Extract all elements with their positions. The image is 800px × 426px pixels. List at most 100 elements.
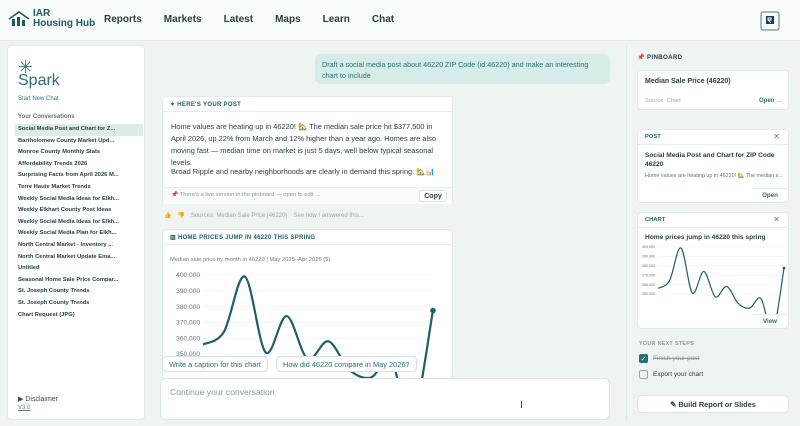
conversation-item[interactable]: St. Joseph County Trends <box>15 298 143 310</box>
chart-pin-header: CHART <box>638 213 788 228</box>
post-pin-card[interactable]: POST ✕ Social Media Post and Chart for Z… <box>637 129 789 203</box>
close-icon[interactable]: ✕ <box>773 132 780 141</box>
last-point-marker <box>782 266 786 270</box>
chart-icon: ▥ <box>170 235 178 241</box>
spark-brand: Spark <box>18 72 60 89</box>
chart-view-button[interactable]: View <box>752 314 788 328</box>
series-line <box>657 247 785 315</box>
nav-maps[interactable]: Maps <box>275 14 301 25</box>
nav-learn[interactable]: Learn <box>323 14 350 25</box>
conversation-item[interactable]: Weekly Social Media Ideas for Elkh... <box>15 217 143 229</box>
logo-text: IAR Housing Hub <box>33 9 95 29</box>
chart-pin-card[interactable]: CHART ✕ Home prices jump in 46220 this s… <box>637 212 789 329</box>
realtor-logo-icon[interactable] <box>758 9 782 33</box>
pinboard-note[interactable]: 📌 There's a live version in the pinboard… <box>171 192 321 198</box>
metric-pin-card[interactable]: Median Sale Price (46220) Source: Chart … <box>637 70 789 110</box>
y-tick-label: 400,000 <box>176 272 200 279</box>
build-button-label: Build Report or Slides <box>678 400 756 409</box>
pin-icon: 📌 <box>637 54 648 61</box>
conversation-item[interactable]: Surprising Facts from April 2026 M... <box>15 170 143 182</box>
post-pin-header: POST <box>638 130 788 145</box>
post-pin-label: POST <box>645 134 661 140</box>
conversation-item[interactable]: Untitled <box>15 263 143 275</box>
logo-line2: Housing Hub <box>33 18 96 29</box>
post-pin-preview: Home values are heating up in 46220! 🏡 T… <box>645 173 783 179</box>
last-point-marker <box>430 307 436 314</box>
house-logo-icon <box>8 11 30 26</box>
y-tick-label: 360,000 <box>176 335 200 342</box>
pin-icon: 📌 <box>171 192 180 198</box>
sources-link[interactable]: Sources: Median Sale Price (46220) <box>191 213 287 219</box>
step-export-chart[interactable]: Export your chart <box>639 370 703 379</box>
conversation-item[interactable]: North Central Market Update Ema... <box>15 252 143 264</box>
step-label: Export your chart <box>653 371 704 378</box>
conversation-item[interactable]: Weekly Elkhart County Post Ideas <box>15 205 143 217</box>
nav-latest[interactable]: Latest <box>224 14 253 25</box>
step-finish-post[interactable]: ✓ Finish your post <box>639 354 700 363</box>
post-body: Home values are heating up in 46220! 🏡 T… <box>171 122 436 167</box>
post-body-2: Broad Ripple and nearby neighborhoods ar… <box>171 167 435 176</box>
pinboard-title: PINBOARD <box>647 54 683 61</box>
chart-pin-label: CHART <box>645 217 666 223</box>
thumbs-down-icon[interactable]: 👎 <box>177 212 184 219</box>
chat-input[interactable] <box>170 387 550 397</box>
y-tick-label: 360,000 <box>642 283 655 287</box>
main-nav: Reports Markets Latest Maps Learn Chat <box>104 14 416 25</box>
metric-card-source: Source: Chart <box>645 98 681 104</box>
version-link[interactable]: V3.0 <box>18 405 30 411</box>
chart-subtitle: Median sale price by month in 46220 | Ma… <box>170 257 331 263</box>
y-tick-label: 380,000 <box>176 304 200 311</box>
conversation-item[interactable]: St. Joseph County Trends <box>15 286 143 298</box>
y-tick-label: 390,000 <box>642 255 655 259</box>
thumbs-up-icon[interactable]: 👍 <box>164 212 171 219</box>
conversation-item[interactable]: Affordability Trends 2026 <box>15 159 143 171</box>
suggestion-compare[interactable]: How did 46220 compare in May 2026? <box>276 356 417 372</box>
build-report-button[interactable]: ✎ Build Report or Slides <box>637 395 789 413</box>
mini-line-chart: 400,000 390,000 380,000 370,000 360,000 350,0… <box>642 245 786 315</box>
post-open-button[interactable]: Open <box>752 188 788 202</box>
y-tick-label: 380,000 <box>642 264 655 268</box>
y-tick-label: 400,000 <box>642 245 655 249</box>
nav-markets[interactable]: Markets <box>164 14 202 25</box>
suggestion-caption[interactable]: Write a caption for this chart <box>162 356 268 372</box>
chat-input-box[interactable] <box>160 378 610 420</box>
conversation-item[interactable]: North Central Market - Inventory ... <box>15 240 143 252</box>
metric-card-title: Median Sale Price (46220) <box>645 78 731 85</box>
conversation-item[interactable]: Social Media Post and Chart for Z... <box>15 124 143 136</box>
next-steps-heading: YOUR NEXT STEPS <box>639 341 695 347</box>
chart-card-header: ▥ HOME PRICES JUMP IN 46220 THIS SPRING <box>163 230 452 245</box>
conversation-item[interactable]: Weekly Social Media Ideas for Elkh... <box>15 194 143 206</box>
post-footer: 📌 There's a live version in the pinboard… <box>163 187 452 204</box>
chart-card-title: HOME PRICES JUMP IN 46220 THIS SPRING <box>177 235 316 241</box>
y-tick-label: 370,000 <box>642 273 655 277</box>
top-bar: IAR Housing Hub Reports Markets Latest M… <box>0 0 800 41</box>
post-card: ✦ HERE'S YOUR POST Home values are heati… <box>162 96 453 204</box>
start-new-chat-link[interactable]: Start New Chat <box>18 96 59 102</box>
nav-chat[interactable]: Chat <box>372 14 394 25</box>
metric-open-link[interactable]: Open → <box>759 98 782 104</box>
nav-reports[interactable]: Reports <box>104 14 142 25</box>
checkbox-checked[interactable]: ✓ <box>639 354 648 363</box>
conversation-item[interactable]: Bartholomew County Market Upd... <box>15 136 143 148</box>
feedback-row: 👍 👎 Sources: Median Sale Price (46220) S… <box>164 212 370 220</box>
iar-logo[interactable]: IAR Housing Hub <box>8 9 95 29</box>
post-pin-title: Social Media Post and Chart for ZIP Code… <box>645 152 775 168</box>
copy-button[interactable]: Copy <box>419 190 447 202</box>
conversation-item[interactable]: Weekly Social Media Plan for Elkh... <box>15 228 143 240</box>
how-answered-link[interactable]: See how I answered this... <box>293 213 363 219</box>
disclaimer-toggle[interactable]: ▶ Disclaimer <box>18 395 58 403</box>
checkbox-unchecked[interactable] <box>639 370 648 379</box>
conversation-list: Social Media Post and Chart for Z... Bart… <box>15 124 143 321</box>
conversation-item[interactable]: Terre Haute Market Trends <box>15 182 143 194</box>
y-tick-label: 350,000 <box>642 292 655 296</box>
conversation-item[interactable]: Monroe County Monthly Stats <box>15 147 143 159</box>
conversations-heading: Your Conversations <box>18 114 75 120</box>
conversation-item[interactable]: Chart Request (JPG) <box>15 310 143 322</box>
chart-pin-title: Home prices jump in 46220 this spring <box>645 234 766 241</box>
left-sidebar: ✳ Spark Start New Chat Your Conversation… <box>7 45 145 420</box>
close-icon[interactable]: ✕ <box>773 215 780 224</box>
text-cursor-icon: I <box>520 400 523 411</box>
conversation-item[interactable]: Seasonal Home Sale Price Compar... <box>15 275 143 287</box>
y-tick-label: 390,000 <box>176 288 200 295</box>
y-tick-label: 370,000 <box>176 320 200 327</box>
